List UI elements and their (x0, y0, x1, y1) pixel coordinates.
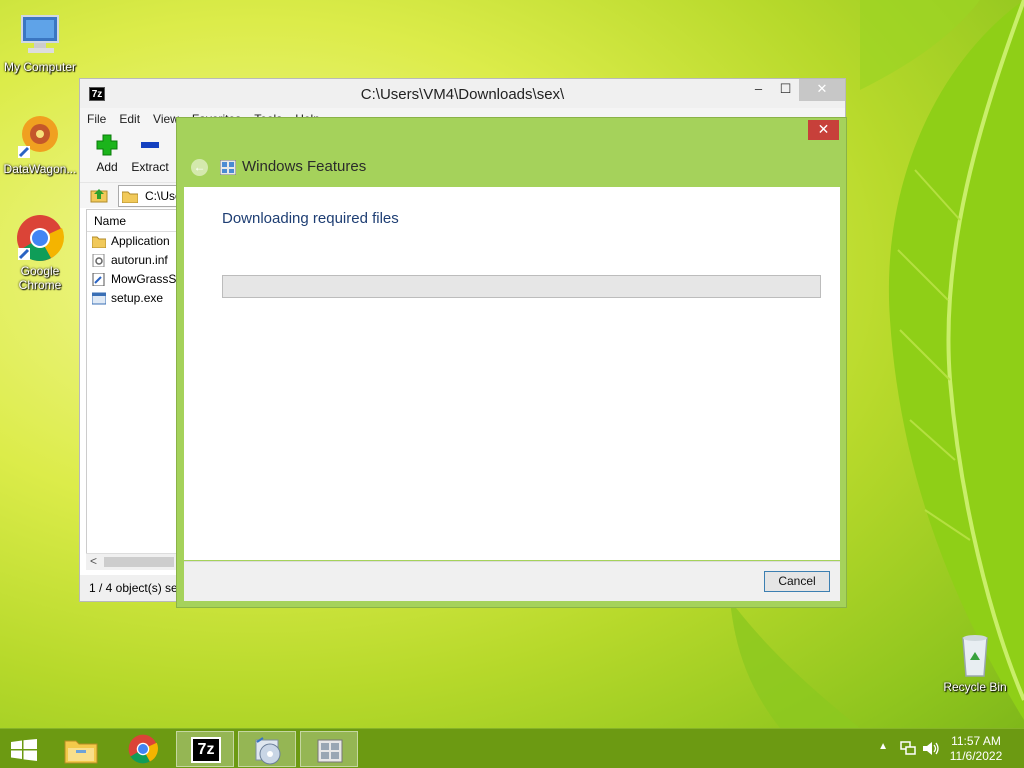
plus-icon (94, 132, 120, 160)
file-name: autorun.inf (111, 253, 168, 267)
recycle-bin-icon (951, 630, 999, 678)
file-list[interactable]: Name Application autorun.inf MowGrassSi … (86, 209, 186, 569)
computer-icon (16, 10, 64, 58)
add-label: Add (96, 160, 118, 174)
network-icon[interactable] (900, 741, 916, 756)
wallpaper-leaf-large (888, 0, 1024, 720)
status-heading: Downloading required files (222, 210, 399, 227)
scrollbar-thumb[interactable] (104, 557, 174, 567)
extract-button[interactable]: Extract (130, 132, 170, 174)
taskbar-chrome[interactable] (114, 731, 172, 767)
desktop-icon-label: Recycle Bin (943, 680, 1007, 694)
7zip-titlebar[interactable]: 7z C:\Users\VM4\Downloads\sex\ – ☐ ✕ (80, 79, 845, 108)
clock-time: 11:57 AM (951, 734, 1001, 748)
dialog-content: Downloading required files (184, 187, 840, 560)
windows-features-dialog[interactable]: ✕ ← Windows Features Downloading require… (176, 117, 847, 608)
datawagon-icon (16, 112, 64, 160)
speaker-icon[interactable] (922, 741, 940, 756)
taskbar-windows-features[interactable] (300, 731, 358, 767)
close-button[interactable]: ✕ (808, 120, 839, 140)
column-header-name[interactable]: Name (87, 210, 185, 232)
clock[interactable]: 11:57 AM 11/6/2022 (946, 734, 1006, 764)
list-item[interactable]: MowGrassSi (87, 270, 185, 289)
maximize-button[interactable]: ☐ (772, 79, 799, 101)
shortcut-file-icon (92, 272, 106, 287)
folder-icon (91, 235, 107, 249)
minus-icon (130, 132, 170, 160)
file-name: MowGrassSi (111, 272, 180, 286)
windows-features-icon (317, 739, 343, 763)
desktop-icon-datawagon[interactable]: DataWagon... (0, 112, 80, 176)
start-button[interactable] (0, 731, 48, 767)
menu-view[interactable]: View (153, 112, 179, 126)
extract-label: Extract (131, 160, 169, 174)
wallpaper-leaf-small (730, 600, 860, 728)
download-progress-bar (222, 275, 821, 298)
menu-edit[interactable]: Edit (119, 112, 140, 126)
list-item[interactable]: autorun.inf (87, 251, 185, 270)
horizontal-scrollbar[interactable]: < (86, 553, 186, 570)
file-name: Application (111, 234, 170, 248)
chrome-icon (16, 214, 64, 262)
clock-date: 11/6/2022 (949, 749, 1003, 763)
desktop-icon-my-computer[interactable]: My Computer (0, 10, 80, 74)
7zip-icon: 7z (191, 737, 221, 763)
desktop-icon-label: Google Chrome (18, 264, 62, 292)
desktop-icon-label: DataWagon... (3, 162, 77, 176)
minimize-button[interactable]: – (745, 79, 772, 101)
list-item[interactable]: Application (87, 232, 185, 251)
window-title: C:\Users\VM4\Downloads\sex\ (360, 86, 565, 103)
menu-file[interactable]: File (87, 112, 106, 126)
taskbar-7zip[interactable]: 7z (176, 731, 234, 767)
installer-disc-icon (255, 737, 281, 765)
close-button[interactable]: ✕ (799, 79, 845, 101)
settings-file-icon (92, 253, 106, 268)
windows-features-icon (219, 159, 237, 176)
up-folder-icon[interactable] (90, 187, 108, 203)
cancel-button[interactable]: Cancel (764, 571, 830, 592)
chevron-left-icon[interactable]: < (90, 554, 97, 568)
windows-start-icon (11, 739, 37, 761)
desktop-icon-google-chrome[interactable]: Google Chrome (0, 214, 80, 292)
file-explorer-icon (64, 740, 98, 764)
wallpaper-leaf-top (860, 0, 980, 90)
list-item[interactable]: setup.exe (87, 289, 185, 308)
taskbar: 7z ▲ 11:57 AM 11/6/2022 (0, 728, 1024, 768)
taskbar-file-explorer[interactable] (52, 731, 110, 767)
desktop-icon-recycle-bin[interactable]: Recycle Bin (935, 630, 1015, 694)
file-name: setup.exe (111, 291, 164, 305)
chevron-up-icon[interactable]: ▲ (878, 741, 888, 752)
back-arrow-icon[interactable]: ← (191, 159, 208, 176)
exe-file-icon (91, 292, 107, 305)
dialog-footer: Cancel (184, 561, 840, 601)
folder-icon (121, 190, 139, 204)
chrome-icon (128, 734, 158, 764)
dialog-title: Windows Features (242, 158, 367, 175)
desktop-icon-label: My Computer (3, 60, 77, 74)
add-button[interactable]: Add (94, 132, 120, 174)
taskbar-installer[interactable] (238, 731, 296, 767)
